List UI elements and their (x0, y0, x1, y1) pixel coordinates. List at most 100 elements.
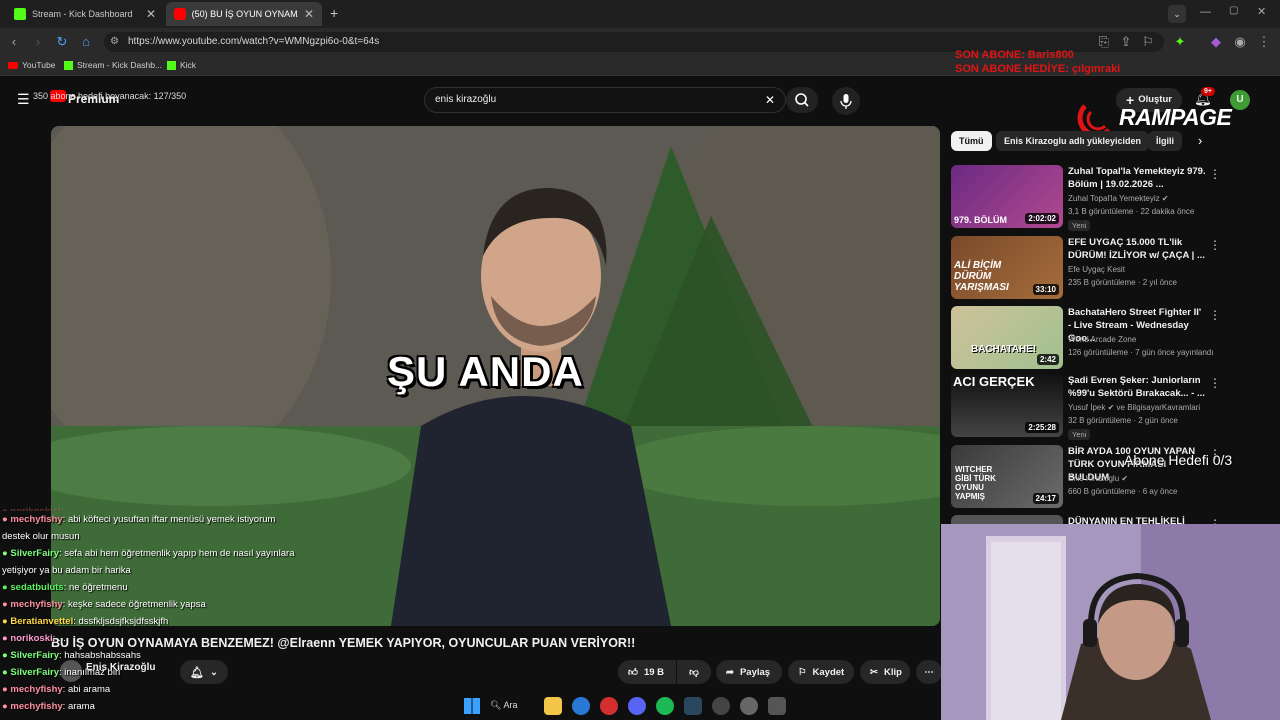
steam-icon[interactable] (684, 696, 702, 715)
chip-uploader[interactable]: Enis Kirazoglu adlı yükleyiciden (996, 131, 1150, 151)
url-text: https://www.youtube.com/watch?v=WMNgzpi6… (128, 36, 380, 47)
thumbnail-text: 979. BÖLÜM (954, 215, 1008, 225)
recommended-video[interactable]: ACI GERÇEK 2:25:28 Şadi Evren Şeker: Jun… (951, 374, 1280, 440)
video-title[interactable]: Zuhal Topal'la Yemekteyiz 979. Bölüm | 1… (1068, 165, 1206, 191)
video-title[interactable]: EFE UYGAÇ 15.000 TL'lik DÜRÜM! İZLİYOR w… (1068, 236, 1206, 262)
like-button[interactable]: 👍︎ 19 B (618, 660, 676, 684)
discord-icon[interactable] (628, 696, 646, 715)
recommended-video[interactable]: BACHATAHE! 2:42 BachataHero Street Fight… (951, 306, 1280, 372)
settings-icon[interactable] (740, 696, 758, 715)
spotify-icon[interactable] (656, 696, 674, 715)
stream-chat-overlay: ● norikoskisi: ...● mechyfishy: abi köft… (2, 503, 302, 715)
channel-name: Yusuf İpek ✔ ve BilgisayarKavramlari (1068, 403, 1201, 412)
more-options-icon[interactable]: ⋮ (1209, 167, 1221, 181)
bookmark-youtube[interactable]: YouTube (8, 60, 55, 70)
tab-search-icon[interactable]: ⌄ (1168, 5, 1186, 23)
video-thumbnail[interactable]: 979. BÖLÜM 2:02:02 (951, 165, 1063, 228)
chip-related[interactable]: İlgili (1148, 131, 1182, 151)
new-tab-button[interactable]: + (330, 5, 338, 21)
windows-icon[interactable] (464, 697, 480, 714)
share-button[interactable]: ➦ Paylaş (716, 660, 782, 684)
bookmark-kick-dashboard[interactable]: Stream - Kick Dashb... (64, 60, 162, 70)
kick-icon (64, 60, 73, 70)
extension-2-icon[interactable]: ◆ (1208, 34, 1224, 50)
chat-username[interactable]: mechyfishy (10, 514, 62, 525)
chat-username[interactable]: mechyfishy (10, 684, 62, 695)
tab-title: (50) BU İŞ OYUN OYNAMAYA B... (191, 9, 298, 19)
back-icon[interactable]: ‹ (6, 34, 22, 50)
more-options-icon[interactable]: ⋮ (1209, 376, 1221, 390)
search-input[interactable]: enis kirazoğlu ✕ (424, 87, 786, 113)
webcam-image (941, 524, 1280, 720)
menu-icon[interactable]: ⋮ (1256, 34, 1272, 50)
more-options-icon[interactable]: ⋮ (1209, 238, 1221, 252)
search-button[interactable] (786, 87, 818, 113)
app-icon[interactable] (768, 696, 786, 715)
more-actions-button[interactable]: ⋯ (916, 660, 942, 684)
close-tab-icon[interactable]: ✕ (304, 7, 314, 21)
save-button[interactable]: ⚐ Kaydet (788, 660, 854, 684)
close-tab-icon[interactable]: ✕ (146, 7, 156, 21)
video-thumbnail[interactable]: WITCHER GİBİ TÜRK OYUNU YAPMIŞ 24:17 (951, 445, 1063, 508)
taskbar-search[interactable]: 🔍︎ Ara (490, 700, 534, 711)
chat-text: : keşke sadece öğretmenlik yapsa (62, 599, 206, 610)
microphone-icon (840, 94, 852, 109)
video-duration: 2:42 (1036, 354, 1059, 365)
windows-taskbar: 🔍︎ Ara (458, 691, 824, 720)
home-icon[interactable]: ⌂ (78, 34, 94, 50)
chat-text: : arama (62, 701, 95, 712)
chat-username[interactable]: sedatbuluts (10, 582, 63, 593)
tab-kick-dashboard[interactable]: Stream - Kick Dashboard ✕ (6, 2, 164, 26)
webcam-feed (941, 524, 1280, 720)
chrome-icon[interactable] (572, 696, 590, 715)
chat-message: ● SilverFairy: inanılmaz biri (2, 664, 302, 681)
chat-username[interactable]: norikoski (10, 633, 52, 644)
obs-icon[interactable] (712, 696, 730, 715)
channel-name: Zuhal Topal'la Yemekteyiz ✔ (1068, 194, 1169, 203)
chat-username[interactable]: mechyfishy (10, 599, 62, 610)
thumbnail-text: ACI GERÇEK (953, 374, 1035, 389)
search-icon (795, 93, 809, 107)
site-info-icon[interactable]: ⚙ (110, 32, 119, 52)
clear-search-icon[interactable]: ✕ (765, 88, 775, 112)
voice-search-button[interactable] (832, 87, 860, 115)
maximize-icon[interactable]: ▢ (1229, 5, 1238, 16)
extension-icon[interactable]: ✦ (1172, 34, 1188, 50)
tab-youtube-video[interactable]: (50) BU İŞ OYUN OYNAMAYA B... ✕ (166, 2, 322, 26)
video-thumbnail[interactable]: ACI GERÇEK 2:25:28 (951, 374, 1063, 437)
chevron-right-icon[interactable]: › (1198, 133, 1202, 148)
bookmark-kick[interactable]: Kick (167, 60, 196, 70)
chat-username[interactable]: SilverFairy (10, 667, 59, 678)
channel-name: Enis Kirazoglu ✔ (1068, 474, 1129, 483)
more-options-icon[interactable]: ⋮ (1209, 308, 1221, 322)
video-thumbnail[interactable]: BACHATAHE! 2:42 (951, 306, 1063, 369)
profile-icon[interactable]: ◉ (1232, 34, 1248, 50)
vivaldi-icon[interactable] (600, 696, 618, 715)
close-window-icon[interactable]: ✕ (1257, 5, 1266, 18)
video-thumbnail[interactable]: ALİ BİÇİM DÜRÜM YARIŞMASI 33:10 (951, 236, 1063, 299)
chat-username[interactable]: mechyfishy (10, 701, 62, 712)
recommended-video[interactable]: 979. BÖLÜM 2:02:02 Zuhal Topal'la Yemekt… (951, 165, 1280, 231)
bookmark-star-icon[interactable]: ⚐ (1140, 34, 1156, 50)
dislike-button[interactable]: 👎︎ (677, 660, 711, 684)
chat-message: ● norikoski: ... (2, 630, 302, 647)
minimize-icon[interactable]: — (1200, 6, 1211, 18)
chat-username[interactable]: Beratianvettel (10, 616, 73, 627)
chat-username[interactable]: SilverFairy (10, 548, 59, 559)
share-icon: ➦ (726, 666, 734, 678)
clip-button[interactable]: ✂ Klip (860, 660, 910, 684)
share-page-icon[interactable]: ⇪ (1118, 34, 1134, 50)
chip-all[interactable]: Tümü (951, 131, 992, 151)
file-explorer-icon[interactable] (544, 696, 562, 715)
recommended-video[interactable]: ALİ BİÇİM DÜRÜM YARIŞMASI 33:10 EFE UYGA… (951, 236, 1280, 302)
chat-username[interactable]: SilverFairy (10, 650, 59, 661)
subscriber-goal-text: 350 abone hedefi boyanacak: 127/350 (33, 91, 187, 101)
reload-icon[interactable]: ↻ (54, 34, 70, 50)
chat-message: ● SilverFairy: hahsabshabssahs (2, 647, 302, 664)
video-title[interactable]: Şadi Evren Şeker: Juniorların %99'u Sekt… (1068, 374, 1206, 400)
forward-icon[interactable]: › (30, 34, 46, 50)
chat-username[interactable]: norikoskisi (10, 506, 60, 511)
chat-message: ● mechyfishy: abi arama (2, 681, 302, 698)
kick-favicon-icon (14, 8, 26, 20)
hamburger-menu-icon[interactable]: ☰ (17, 91, 30, 108)
